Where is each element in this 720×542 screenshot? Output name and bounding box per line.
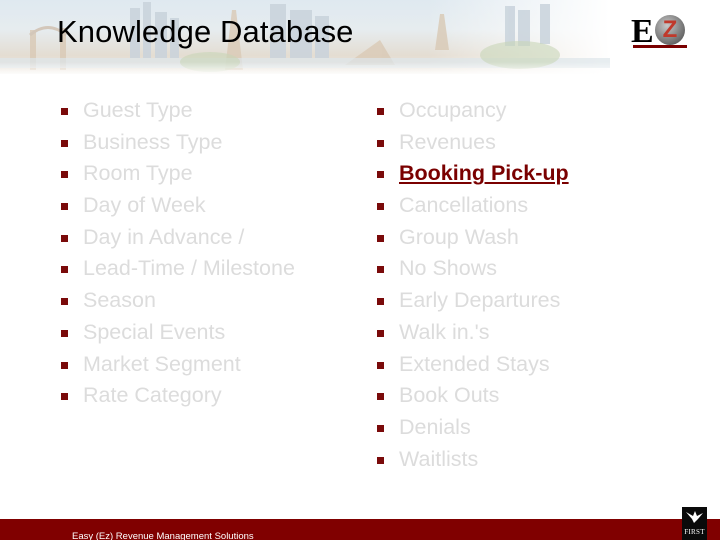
list-item-label: Market Segment <box>83 351 241 376</box>
bullet-square-icon <box>61 234 68 242</box>
list-item-label: Early Departures <box>399 288 561 313</box>
list-item-label: Lead-Time / Milestone <box>83 256 295 281</box>
list-item: Market Segment <box>59 349 295 381</box>
list-item-label: Cancellations <box>399 193 529 218</box>
list-item: Lead-Time / Milestone <box>59 253 295 285</box>
list-item-label: Occupancy <box>399 98 507 122</box>
list-item: Rate Category <box>59 380 295 412</box>
list-item-label: Guest Type <box>83 98 193 122</box>
list-item: Early Departures <box>375 285 569 317</box>
bullet-square-icon <box>61 393 68 401</box>
list-item-label[interactable]: Booking Pick-up <box>399 161 569 185</box>
list-item: Room Type <box>59 158 295 190</box>
list-item-label: Day in Advance / <box>83 224 245 249</box>
list-item-label: Rate Category <box>83 383 222 408</box>
bullet-square-icon <box>61 266 68 274</box>
bullet-square-icon <box>61 108 68 115</box>
bullet-square-icon <box>377 203 384 211</box>
list-item: Waitlists <box>375 444 569 476</box>
list-item-label: Extended Stays <box>399 351 550 376</box>
list-item: Revenues <box>375 127 569 159</box>
bullet-square-icon <box>61 298 68 306</box>
list-item: Special Events <box>59 317 295 349</box>
list-item: Group Wash <box>375 222 569 254</box>
list-item-label: Revenues <box>399 129 496 154</box>
logo-strip <box>633 45 687 48</box>
list-item-label: Book Outs <box>399 383 500 408</box>
list-item: Occupancy <box>375 95 569 127</box>
list-item: Denials <box>375 412 569 444</box>
left-bullet-list: Guest Type Business Type Room Type Day of W… <box>59 95 295 412</box>
bullet-square-icon <box>377 361 384 369</box>
list-item-label: Group Wash <box>399 224 519 249</box>
list-item: Cancellations <box>375 190 569 222</box>
bullet-square-icon <box>377 234 384 242</box>
list-item: Walk in.'s <box>375 317 569 349</box>
list-item: Business Type <box>59 127 295 159</box>
list-item-label: Denials <box>399 414 471 439</box>
list-item-active-link[interactable]: Booking Pick-up <box>375 158 569 190</box>
bullet-square-icon <box>377 456 384 464</box>
first-logo: FIRST <box>682 507 707 540</box>
list-item-label: Special Events <box>83 319 226 344</box>
footer-bar: Easy (Ez) Revenue Management Solutions <box>0 519 720 542</box>
ez-logo: E Z <box>631 15 689 51</box>
logo-letter-e: E <box>631 13 654 50</box>
list-item: Guest Type <box>59 95 295 127</box>
list-item: No Shows <box>375 253 569 285</box>
list-item-label: Walk in.'s <box>399 319 490 344</box>
bullet-square-icon <box>377 424 384 432</box>
bullet-square-icon <box>377 393 384 401</box>
logo-letter-z: Z <box>655 15 685 45</box>
bullet-square-icon <box>377 298 384 306</box>
bullet-square-icon <box>377 108 384 115</box>
bullet-square-icon <box>377 139 384 147</box>
bullet-square-icon <box>61 139 68 147</box>
list-item: Season <box>59 285 295 317</box>
bullet-square-icon <box>61 171 68 179</box>
list-item-label: Season <box>83 288 156 313</box>
list-item-label: Day of Week <box>83 193 206 218</box>
footer-text: Easy (Ez) Revenue Management Solutions <box>72 531 254 542</box>
list-item-label: Waitlists <box>399 446 479 471</box>
first-logo-text: FIRST <box>684 528 705 536</box>
list-item: Extended Stays <box>375 349 569 381</box>
list-item: Day in Advance / <box>59 222 295 254</box>
bullet-square-icon <box>377 171 384 179</box>
page-title: Knowledge Database <box>57 14 354 49</box>
list-item-label: Business Type <box>83 129 223 154</box>
bullet-square-icon <box>377 266 384 274</box>
bullet-square-icon <box>377 329 384 337</box>
right-bullet-list: Occupancy Revenues Booking Pick-up Cancella… <box>375 95 569 475</box>
header-fade <box>0 62 610 76</box>
bullet-square-icon <box>61 329 68 337</box>
list-item-label: No Shows <box>399 256 497 281</box>
bird-icon <box>686 511 703 523</box>
list-item-label: Room Type <box>83 161 193 186</box>
list-item: Book Outs <box>375 380 569 412</box>
bullet-square-icon <box>61 361 68 369</box>
bullet-square-icon <box>61 203 68 211</box>
list-item: Day of Week <box>59 190 295 222</box>
